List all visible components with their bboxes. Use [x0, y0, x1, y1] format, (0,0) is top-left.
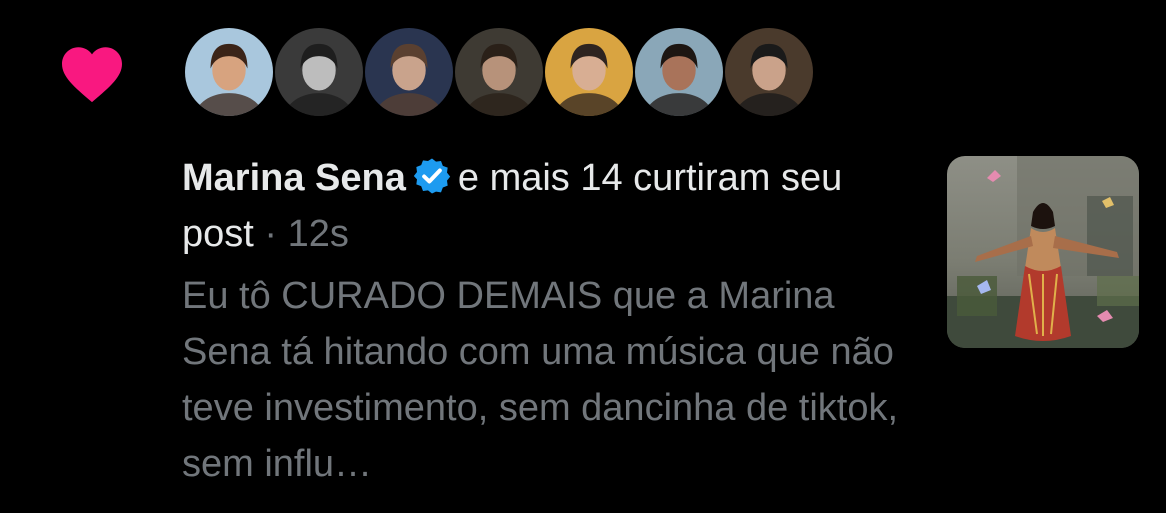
- notification-content: Marina Sena e mais 14 curtiram seu post …: [182, 150, 902, 492]
- avatar-4[interactable]: [453, 26, 545, 118]
- post-media-thumbnail[interactable]: [947, 156, 1139, 348]
- timestamp-separator: ·: [264, 213, 278, 255]
- timestamp[interactable]: 12s: [288, 213, 349, 255]
- post-excerpt[interactable]: Eu tô CURADO DEMAIS que a Marina Sena tá…: [182, 268, 902, 492]
- avatar-3[interactable]: [363, 26, 455, 118]
- avatar-2[interactable]: [273, 26, 365, 118]
- verified-badge-icon: [413, 158, 451, 194]
- notification-headline: Marina Sena e mais 14 curtiram seu post …: [182, 150, 902, 262]
- avatar-5[interactable]: [543, 26, 635, 118]
- heart-icon: [62, 47, 122, 103]
- like-notification[interactable]: Marina Sena e mais 14 curtiram seu post …: [0, 0, 1166, 513]
- avatar-6[interactable]: [633, 26, 725, 118]
- avatar-7[interactable]: [723, 26, 815, 118]
- avatar-1[interactable]: [183, 26, 275, 118]
- liker-name-link[interactable]: Marina Sena: [182, 157, 406, 199]
